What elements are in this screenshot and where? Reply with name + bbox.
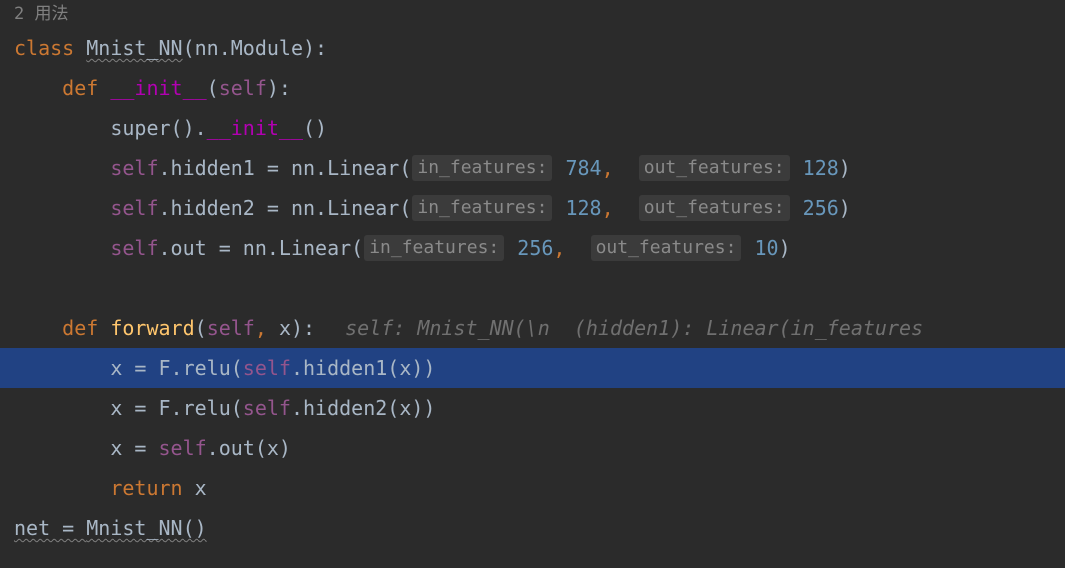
comma: , — [602, 188, 614, 228]
number: 128 — [803, 148, 839, 188]
text: x = F.relu( — [110, 388, 242, 428]
class-name: Mnist_NN — [86, 28, 182, 68]
indent — [14, 68, 62, 108]
text — [553, 188, 565, 228]
text: ) — [839, 188, 851, 228]
param-hint-in: in_features: — [412, 155, 552, 181]
code-editor[interactable]: 2 用法 class Mnist_NN(nn.Module): def __in… — [0, 0, 1065, 548]
self-param: self — [207, 308, 255, 348]
self-param: self — [219, 68, 267, 108]
text: .hidden2 = nn.Linear( — [159, 188, 412, 228]
text — [505, 228, 517, 268]
param-x: x — [279, 308, 291, 348]
code-line[interactable]: net = Mnist_NN() — [0, 508, 1065, 548]
self-ref: self — [243, 388, 291, 428]
inlay-type-hint: self: Mnist_NN(\n (hidden1): Linear(in_f… — [345, 308, 923, 348]
text — [791, 188, 803, 228]
text: x — [183, 468, 207, 508]
param-hint-in: in_features: — [412, 195, 552, 221]
text: ( — [183, 28, 195, 68]
text — [565, 228, 589, 268]
dunder-init: __init__ — [110, 68, 206, 108]
param-hint-in: in_features: — [364, 235, 504, 261]
number: 128 — [565, 188, 601, 228]
code-line[interactable]: self.hidden1 = nn.Linear(in_features: 78… — [0, 148, 1065, 188]
text: .hidden1 = nn.Linear( — [159, 148, 412, 188]
self-ref: self — [110, 228, 158, 268]
self-ref: self — [110, 188, 158, 228]
self-ref: self — [110, 148, 158, 188]
keyword-class: class — [14, 28, 74, 68]
code-line[interactable]: def forward(self, x): self: Mnist_NN(\n (… — [0, 308, 1065, 348]
dunder-init: __init__ — [207, 108, 303, 148]
number: 256 — [803, 188, 839, 228]
text — [791, 148, 803, 188]
number: 784 — [565, 148, 601, 188]
function-name: forward — [110, 308, 194, 348]
text: x = — [110, 428, 158, 468]
text: .hidden1(x)) — [291, 348, 436, 388]
text: ): — [303, 28, 327, 68]
text: ) — [839, 148, 851, 188]
text: ) — [779, 228, 791, 268]
code-line[interactable]: class Mnist_NN(nn.Module): — [0, 28, 1065, 68]
indent — [14, 188, 110, 228]
text: x = F.relu( — [110, 348, 242, 388]
text: .out(x) — [207, 428, 291, 468]
usages-hint[interactable]: 2 用法 — [0, 0, 1065, 28]
text — [553, 148, 565, 188]
indent — [14, 348, 110, 388]
indent — [14, 148, 110, 188]
keyword-def: def — [62, 68, 98, 108]
code-line[interactable]: self.hidden2 = nn.Linear(in_features: 12… — [0, 188, 1065, 228]
comma: , — [602, 148, 614, 188]
text: () — [303, 108, 327, 148]
text: super(). — [110, 108, 206, 148]
param-hint-out: out_features: — [591, 235, 742, 261]
number: 256 — [517, 228, 553, 268]
code-line[interactable]: def __init__(self): — [0, 68, 1065, 108]
keyword-def: def — [62, 308, 98, 348]
param-hint-out: out_features: — [639, 195, 790, 221]
text — [742, 228, 754, 268]
text — [74, 28, 86, 68]
text — [614, 188, 638, 228]
base-class: nn.Module — [195, 28, 303, 68]
indent — [14, 108, 110, 148]
comma: , — [553, 228, 565, 268]
indent — [14, 388, 110, 428]
comma: , — [255, 308, 279, 348]
indent — [14, 468, 110, 508]
text: ): — [267, 68, 291, 108]
text: net = — [14, 508, 86, 548]
text: .hidden2(x)) — [291, 388, 436, 428]
code-line[interactable]: self.out = nn.Linear(in_features: 256, o… — [0, 228, 1065, 268]
param-hint-out: out_features: — [639, 155, 790, 181]
code-line-highlighted[interactable]: x = F.relu(self.hidden1(x)) — [0, 348, 1065, 388]
self-ref: self — [243, 348, 291, 388]
keyword-return: return — [110, 468, 182, 508]
text: ( — [195, 308, 207, 348]
class-call: Mnist_NN() — [86, 508, 206, 548]
text — [614, 148, 638, 188]
indent — [14, 308, 62, 348]
code-line[interactable]: super().__init__() — [0, 108, 1065, 148]
code-line[interactable]: return x — [0, 468, 1065, 508]
text: .out = nn.Linear( — [159, 228, 364, 268]
code-line[interactable]: x = self.out(x) — [0, 428, 1065, 468]
blank-line[interactable] — [0, 268, 1065, 308]
number: 10 — [755, 228, 779, 268]
indent — [14, 228, 110, 268]
text: ): — [291, 308, 315, 348]
text: ( — [207, 68, 219, 108]
self-ref: self — [159, 428, 207, 468]
text — [98, 68, 110, 108]
text — [98, 308, 110, 348]
code-line[interactable]: x = F.relu(self.hidden2(x)) — [0, 388, 1065, 428]
indent — [14, 428, 110, 468]
